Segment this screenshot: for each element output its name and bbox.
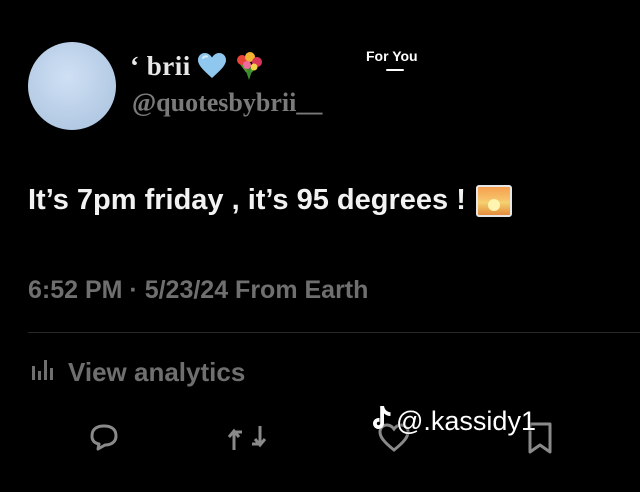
view-analytics-link[interactable]: View analytics [30, 356, 245, 389]
light-blue-heart-icon [197, 52, 227, 80]
tweet-timestamp[interactable]: 6:52 PM · 5/23/24 From Earth [28, 276, 368, 305]
reply-icon[interactable] [84, 418, 124, 458]
divider [28, 332, 640, 333]
analytics-label: View analytics [68, 357, 246, 387]
tweet-text: It’s 7pm friday , it’s 95 degrees ! [28, 184, 466, 216]
watermark-username: @.kassidy1 [396, 406, 536, 436]
tweet-action-bar [0, 418, 640, 468]
retweet-icon[interactable] [224, 418, 270, 458]
tab-for-you[interactable]: For You [366, 48, 418, 64]
sunset-icon [475, 184, 512, 217]
avatar[interactable] [28, 42, 116, 130]
tiktok-icon [370, 404, 394, 439]
tweet-body: It’s 7pm friday , it’s 95 degrees ! [28, 184, 512, 217]
display-name-text: ‘ brii [130, 50, 191, 81]
tiktok-watermark: @.kassidy1 [370, 404, 536, 439]
user-handle[interactable]: @quotesbybrii__ [132, 88, 322, 118]
display-name[interactable]: ‘ brii [130, 50, 265, 82]
bouquet-icon [233, 50, 265, 82]
tab-active-indicator [386, 69, 404, 71]
analytics-icon [30, 356, 56, 389]
